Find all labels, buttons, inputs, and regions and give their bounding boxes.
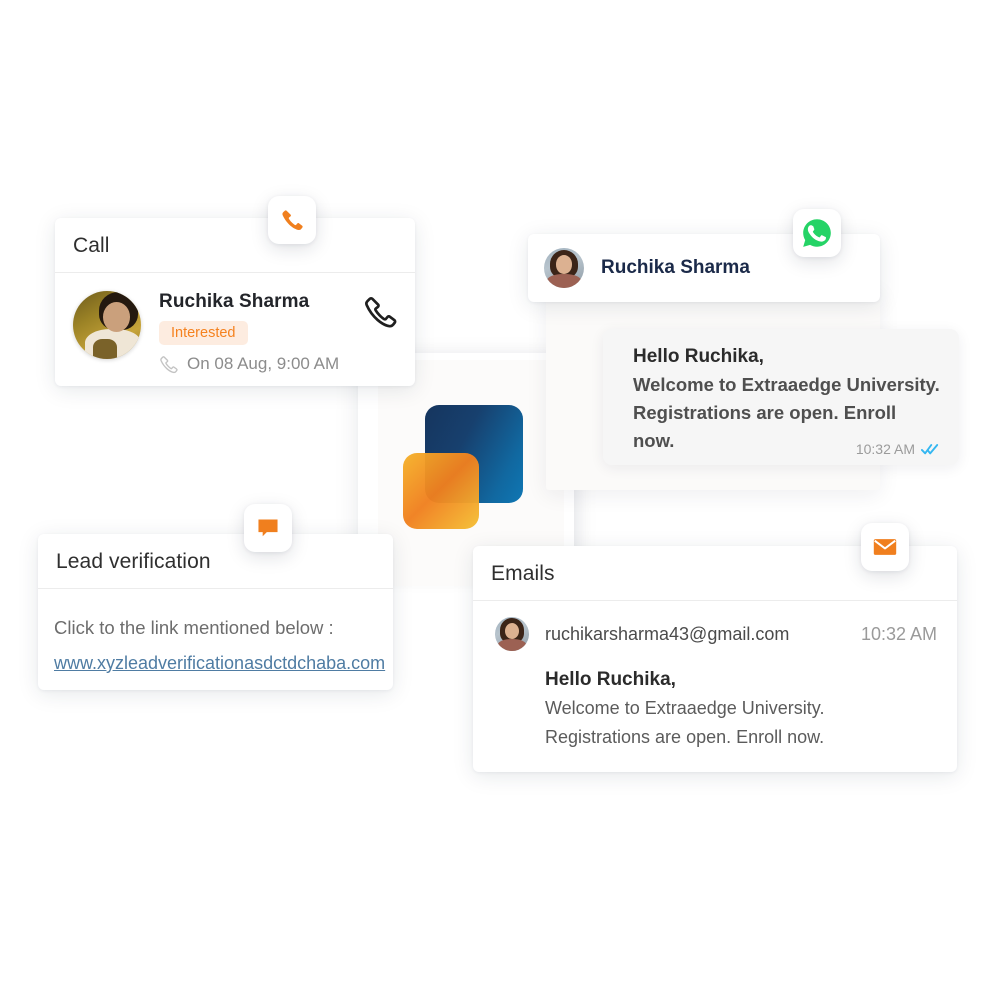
call-card: Call Ruchika Sharma Interested On 08 Aug… [55, 218, 415, 386]
lead-verification-title: Lead verification [38, 534, 393, 589]
emails-body: ruchikarsharma43@gmail.com 10:32 AM Hell… [473, 601, 957, 752]
email-icon-badge[interactable] [861, 523, 909, 571]
email-message-line3: Registrations are open. Enroll now. [545, 727, 825, 747]
contact-name: Ruchika Sharma [601, 257, 750, 278]
extraaedge-logo [403, 405, 523, 529]
phone-call-icon [365, 296, 397, 328]
whatsapp-message-meta: 10:32 AM [856, 441, 939, 457]
whatsapp-message-line2: Welcome to Extraaedge University. [633, 374, 940, 395]
call-contact-info: Ruchika Sharma Interested On 08 Aug, 9:0… [159, 291, 363, 374]
email-sender: ruchikarsharma43@gmail.com [545, 623, 790, 644]
lead-verification-instruction: Click to the link mentioned below : [54, 617, 334, 638]
call-schedule: On 08 Aug, 9:00 AM [159, 354, 363, 374]
envelope-icon [873, 539, 897, 555]
whatsapp-icon-badge[interactable] [793, 209, 841, 257]
whatsapp-icon [803, 219, 831, 247]
call-card-title: Call [55, 218, 415, 273]
phone-icon-badge[interactable] [268, 196, 316, 244]
call-schedule-text: On 08 Aug, 9:00 AM [187, 354, 340, 373]
emails-card: Emails ruchikarsharma43@gmail.com 10:32 … [473, 546, 957, 772]
phone-outline-icon [160, 355, 178, 373]
phone-icon [282, 210, 303, 231]
lead-verification-link[interactable]: www.xyzleadverificationasdctdchaba.com [54, 649, 385, 677]
status-badge: Interested [159, 321, 248, 345]
whatsapp-message-line1: Hello Ruchika, [633, 346, 764, 367]
avatar [544, 248, 584, 288]
logo-orange-square [403, 453, 479, 529]
chat-bubble-icon [258, 519, 278, 537]
contact-name: Ruchika Sharma [159, 291, 310, 312]
email-message: Hello Ruchika, Welcome to Extraaedge Uni… [545, 665, 937, 752]
lead-verification-card: Lead verification Click to the link ment… [38, 534, 393, 690]
email-time: 10:32 AM [860, 623, 937, 644]
lead-verification-body: Click to the link mentioned below : www.… [38, 589, 393, 677]
whatsapp-message-time: 10:32 AM [855, 441, 915, 457]
call-card-body: Ruchika Sharma Interested On 08 Aug, 9:0… [55, 273, 415, 374]
call-action-button[interactable] [363, 291, 397, 334]
chat-icon-badge[interactable] [244, 504, 292, 552]
email-row[interactable]: ruchikarsharma43@gmail.com 10:32 AM [495, 617, 937, 651]
canvas: Call Ruchika Sharma Interested On 08 Aug… [0, 0, 1000, 1000]
whatsapp-message-bubble: Hello Ruchika, Welcome to Extraaedge Uni… [603, 329, 959, 465]
email-message-line1: Hello Ruchika, [545, 669, 676, 690]
email-message-line2: Welcome to Extraaedge University. [545, 698, 825, 718]
avatar [495, 617, 529, 651]
double-check-icon [921, 443, 939, 454]
avatar [73, 291, 141, 359]
